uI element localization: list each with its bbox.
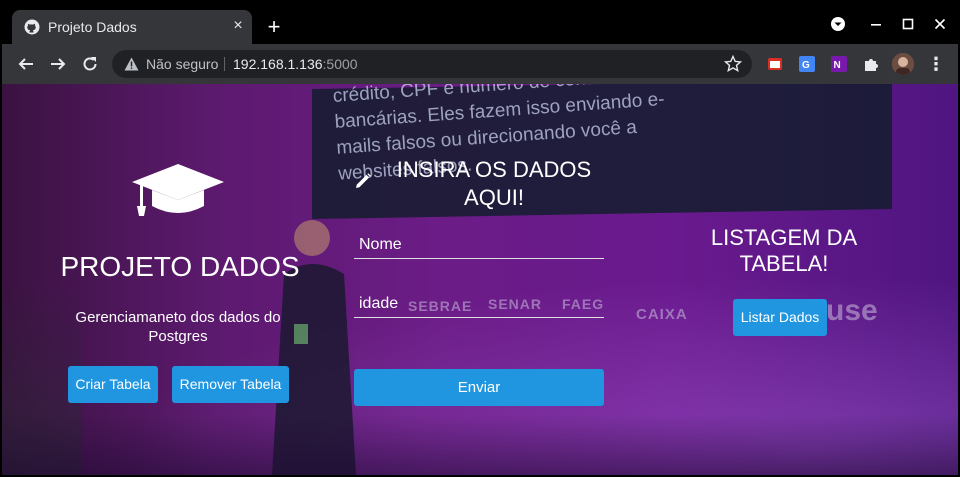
sponsor-logo: CAIXA — [636, 306, 688, 323]
nome-placeholder: Nome — [359, 236, 402, 253]
address-bar[interactable]: Não seguro 192.168.1.136:5000 — [112, 50, 752, 78]
nome-input[interactable]: Nome — [354, 233, 604, 259]
svg-text:G: G — [802, 60, 810, 71]
tab-title: Projeto Dados — [48, 19, 137, 35]
url-host: 192.168.1.136 — [233, 56, 323, 72]
back-arrow-icon[interactable] — [16, 54, 36, 74]
profile-avatar[interactable] — [892, 53, 914, 75]
onenote-icon[interactable]: N — [830, 55, 848, 73]
page-content: crédito, CPF e número de contas bancária… — [2, 84, 958, 475]
idade-placeholder: idade — [359, 295, 399, 312]
url-text[interactable]: 192.168.1.136:5000 — [233, 56, 358, 72]
listar-dados-button[interactable]: Listar Dados — [733, 299, 827, 336]
page-subtitle: Gerenciamaneto dos dados do Postgres — [75, 309, 281, 345]
github-icon — [24, 19, 40, 35]
reload-icon[interactable] — [80, 54, 100, 74]
security-status[interactable]: Não seguro — [146, 56, 218, 72]
extension-icon-1[interactable] — [766, 55, 784, 73]
form-title: INSIRA OS DADOS AQUI! — [396, 157, 592, 210]
omnibox-divider — [224, 57, 225, 71]
maximize-icon[interactable] — [898, 14, 918, 34]
avatar-image — [892, 53, 914, 75]
tab-close-icon[interactable]: × — [230, 18, 246, 34]
tab-strip: Projeto Dados × + — [2, 2, 958, 44]
browser-toolbar: Não seguro 192.168.1.136:5000 G N ⋮ — [2, 44, 958, 84]
tab-search-icon[interactable] — [828, 14, 848, 34]
browser-menu-icon[interactable]: ⋮ — [926, 54, 946, 74]
forward-arrow-icon[interactable] — [48, 54, 68, 74]
enviar-button[interactable]: Enviar — [354, 369, 604, 406]
url-port: :5000 — [322, 56, 358, 72]
criar-tabela-button[interactable]: Criar Tabela — [68, 366, 158, 403]
svg-text:N: N — [834, 60, 841, 71]
background-floor — [2, 414, 958, 475]
google-translate-icon[interactable]: G — [798, 55, 816, 73]
close-window-icon[interactable] — [930, 14, 950, 34]
minimize-icon[interactable] — [866, 14, 886, 34]
remover-tabela-button[interactable]: Remover Tabela — [172, 366, 289, 403]
listagem-title: LISTAGEM DA TABELA! — [710, 225, 858, 276]
browser-window: Projeto Dados × + Não seguro 192.168.1.1… — [0, 0, 960, 477]
warning-icon[interactable] — [124, 57, 139, 71]
bookmark-star-icon[interactable] — [724, 55, 742, 73]
idade-input[interactable]: idade — [354, 292, 604, 318]
browser-tab[interactable]: Projeto Dados × — [12, 10, 252, 44]
page-title: PROJETO DADOS — [60, 251, 300, 282]
pencil-icon — [356, 173, 371, 188]
sponsor-logo: use — [826, 294, 878, 327]
graduation-cap-icon — [132, 164, 224, 216]
extensions-puzzle-icon[interactable] — [862, 55, 880, 73]
new-tab-icon[interactable]: + — [264, 16, 284, 38]
